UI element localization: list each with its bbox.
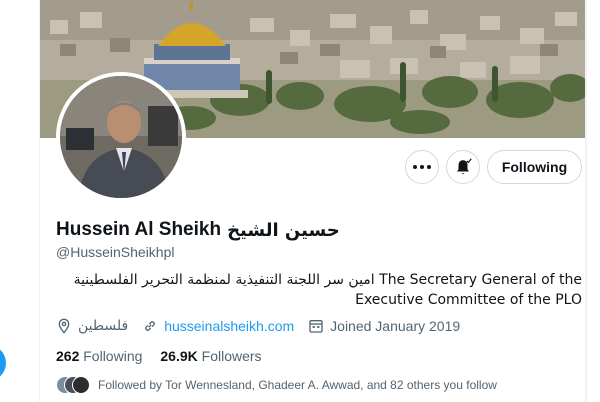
left-edge [0, 0, 39, 402]
link-icon [145, 321, 156, 331]
compose-button[interactable] [0, 345, 6, 381]
display-name: Hussein Al Sheikh [56, 219, 222, 240]
mutual-avatar [72, 376, 90, 394]
location-pin-icon [58, 318, 70, 334]
display-name-row: Hussein Al Sheikh حسين الشيخ [56, 219, 340, 241]
follow-counts: 262 Following 26.9K Followers [56, 348, 262, 364]
profile-bio: امين سر اللجنة التنفيذية لمنظمة التحرير … [56, 270, 582, 310]
website-link[interactable]: husseinalsheikh.com [164, 318, 294, 334]
calendar-icon [309, 320, 323, 333]
more-horizontal-icon [413, 165, 431, 169]
location-text: فلسطين [78, 318, 129, 334]
joined-item: Joined January 2019 [308, 318, 460, 334]
bell-subscribed-icon [457, 158, 472, 174]
followers-count-label: Followers [201, 348, 262, 364]
followed-by-row[interactable]: Followed by Tor Wennesland, Ghadeer A. A… [56, 376, 497, 394]
website-item: husseinalsheikh.com [142, 318, 294, 334]
right-edge [586, 0, 600, 402]
profile-avatar[interactable] [56, 72, 186, 202]
display-name-arabic: حسين الشيخ [227, 219, 340, 241]
profile-meta: فلسطين husseinalsheikh.com Joined Januar… [56, 318, 460, 334]
following-count-link[interactable]: 262 Following [56, 348, 142, 364]
avatar-photo [60, 76, 182, 198]
followers-count: 26.9K [160, 348, 198, 364]
followers-count-link[interactable]: 26.9K Followers [160, 348, 261, 364]
joined-text: Joined January 2019 [330, 318, 461, 334]
bio-line-1: امين سر اللجنة التنفيذية لمنظمة التحرير … [73, 272, 582, 288]
notifications-button[interactable] [446, 150, 480, 184]
mutual-avatars [56, 376, 90, 394]
following-count-label: Following [83, 348, 143, 364]
location-item: فلسطين [56, 318, 128, 334]
more-button[interactable] [405, 150, 439, 184]
following-count: 262 [56, 348, 80, 364]
following-button[interactable]: Following [487, 150, 582, 184]
profile-column: Following Hussein Al Sheikh حسين الشيخ @… [39, 0, 586, 402]
followed-by-text: Followed by Tor Wennesland, Ghadeer A. A… [98, 378, 497, 392]
user-handle: @HusseinSheikhpl [56, 244, 175, 260]
bio-line-2: Executive Committee of the PLO [355, 292, 582, 308]
